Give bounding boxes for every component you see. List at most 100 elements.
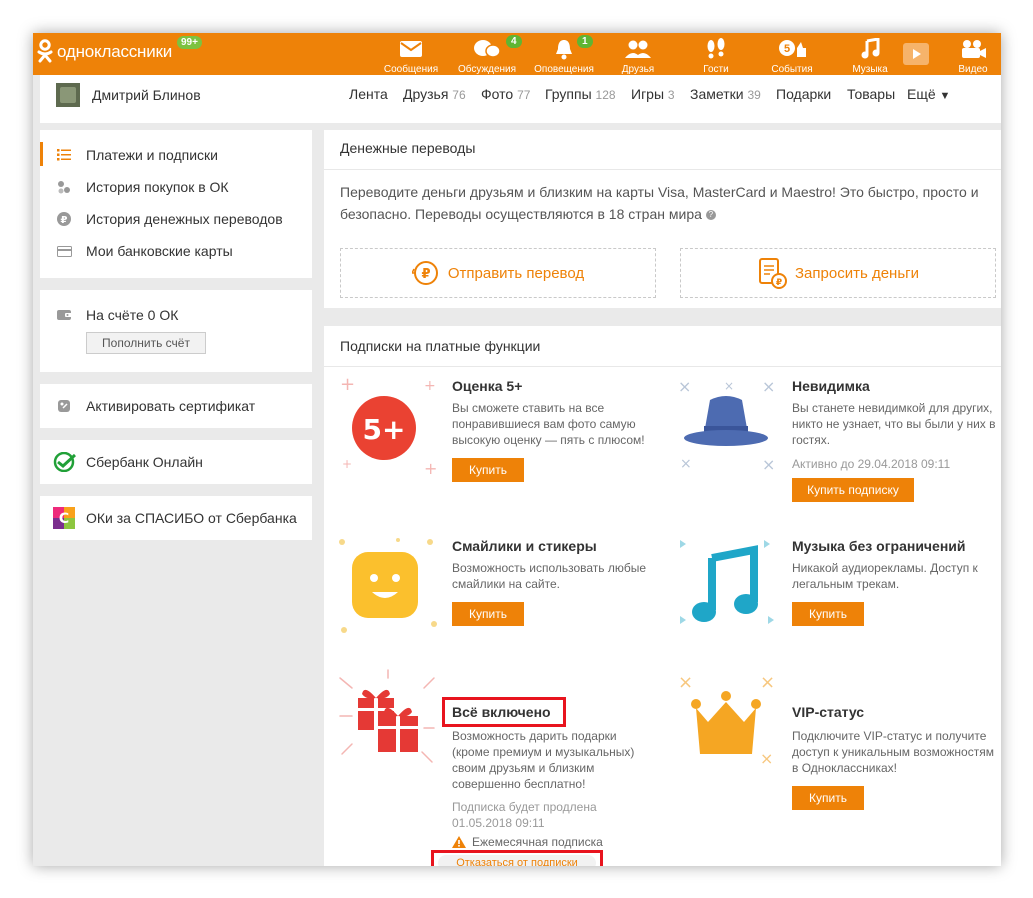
chat-bubbles-icon <box>474 40 501 58</box>
nav-events[interactable]: 5 События <box>757 37 827 75</box>
profile-bar: Дмитрий Блинов Лента Друзья 76 Фото 77 Г… <box>40 75 1001 123</box>
bank-card-icon <box>56 245 72 257</box>
svg-text:5+: 5+ <box>363 413 406 446</box>
gift-boxes-icon <box>339 669 435 763</box>
sub-desc-invisible: Вы станете невидимкой для других, никто … <box>792 401 996 447</box>
profile-nav-gifts[interactable]: Подарки <box>776 86 831 102</box>
ruble-coin-icon: ₽ <box>57 212 71 226</box>
spasibo-panel: C ОКи за СПАСИБО от Сбербанка <box>40 496 312 540</box>
svg-text:×: × <box>678 672 693 693</box>
svg-text:×: × <box>724 379 734 393</box>
money-transfers-panel: Денежные переводы Переводите деньги друз… <box>324 130 1001 308</box>
profile-nav-groups[interactable]: Группы 128 <box>545 86 616 102</box>
svg-text:₽: ₽ <box>421 267 430 282</box>
nav-friends[interactable]: Друзья <box>603 37 673 75</box>
buy-stickers-button[interactable]: Купить <box>452 602 524 626</box>
monthly-subscription-warning: Ежемесячная подписка <box>452 835 603 849</box>
transfers-title: Денежные переводы <box>340 140 476 156</box>
transfers-description: Переводите деньги друзьям и близким на к… <box>340 184 979 222</box>
envelope-icon <box>400 41 422 57</box>
svg-text:+: + <box>340 376 355 395</box>
notifications-count-badge: 99+ <box>177 36 202 49</box>
divider <box>324 366 1001 367</box>
sub-desc-stickers: Возможность использовать любые смайлики … <box>452 561 647 591</box>
music-note-icon <box>680 540 774 624</box>
chevron-down-icon: ▼ <box>939 90 951 102</box>
title-highlight-box <box>442 697 566 727</box>
subscriptions-panel: Подписки на платные функции + + + + 5+ О… <box>324 326 1001 866</box>
svg-text:+: + <box>424 459 437 476</box>
renewal-date: Подписка будет продлена 01.05.2018 09:11 <box>452 800 597 830</box>
subscriptions-title: Подписки на платные функции <box>340 338 541 354</box>
payments-menu-panel: Платежи и подписки История покупок в ОК … <box>40 130 312 278</box>
profile-nav-notes[interactable]: Заметки 39 <box>690 86 761 102</box>
nav-messages[interactable]: Сообщения <box>376 37 446 75</box>
friends-icon <box>625 40 651 58</box>
profile-nav-goods[interactable]: Товары <box>847 86 895 102</box>
invisible-active-until: Активно до 29.04.2018 09:11 <box>792 457 951 471</box>
svg-text:C: C <box>59 511 69 527</box>
events-icon: 5 <box>779 40 806 57</box>
request-money-button[interactable]: ₽ Запросить деньги <box>680 248 996 298</box>
ruble-arrow-icon: ₽ <box>411 261 438 285</box>
menu-item-bank-cards[interactable]: Мои банковские карты <box>56 240 233 262</box>
top-navigation-bar: одноклассники 99+ Сообщения 4 Обсуждения… <box>33 33 1001 75</box>
sub-desc-music: Никакой аудиорекламы. Доступ к легальным… <box>792 561 978 591</box>
invoice-ruble-icon: ₽ <box>759 258 787 289</box>
svg-text:+: + <box>424 378 436 394</box>
profile-nav-games[interactable]: Игры 3 <box>631 86 675 102</box>
avatar[interactable] <box>56 83 80 107</box>
buy-music-button[interactable]: Купить <box>792 602 864 626</box>
spasibo-logo-icon: C <box>53 507 75 529</box>
buy-vip-button[interactable]: Купить <box>792 786 864 810</box>
logo[interactable]: одноклассники 99+ <box>37 36 202 65</box>
top-up-button[interactable]: Пополнить счёт <box>86 332 206 354</box>
nav-video[interactable]: Видео <box>938 37 1001 75</box>
video-play-icon[interactable] <box>903 43 929 65</box>
sub-title-rating: Оценка 5+ <box>452 378 523 394</box>
sberbank-logo-icon <box>53 452 76 472</box>
wallet-icon <box>56 310 72 320</box>
nav-discussions[interactable]: 4 Обсуждения <box>452 35 522 75</box>
nav-guests[interactable]: Гости <box>681 37 751 75</box>
buy-invisible-subscription-button[interactable]: Купить подписку <box>792 478 914 502</box>
bell-icon <box>556 40 572 60</box>
balance-panel: На счёте 0 ОК Пополнить счёт <box>40 290 312 372</box>
menu-item-payments[interactable]: Платежи и подписки <box>56 144 218 166</box>
svg-text:×: × <box>762 455 775 474</box>
svg-text:×: × <box>760 749 773 768</box>
profile-nav-photos[interactable]: Фото 77 <box>481 86 530 102</box>
help-icon[interactable]: ? <box>705 210 716 221</box>
svg-text:5: 5 <box>784 43 790 55</box>
coins-icon <box>58 181 70 194</box>
sub-title-invisible: Невидимка <box>792 378 870 394</box>
rating-five-plus-icon: + + + + 5+ <box>340 376 437 476</box>
spasibo-link[interactable]: C ОКи за СПАСИБО от Сбербанка <box>52 507 297 529</box>
logo-text: одноклассники <box>57 42 173 61</box>
profile-nav-more[interactable]: Ещё ▼ <box>907 86 950 102</box>
menu-item-purchase-history[interactable]: История покупок в ОК <box>56 176 229 198</box>
user-name[interactable]: Дмитрий Блинов <box>92 87 201 103</box>
menu-item-transfer-history[interactable]: ₽ История денежных переводов <box>56 208 283 230</box>
sberbank-panel: Сбербанк Онлайн <box>40 440 312 484</box>
svg-text:×: × <box>762 377 775 396</box>
svg-text:×: × <box>680 456 692 472</box>
activate-certificate-link[interactable]: Активировать сертификат <box>56 395 255 417</box>
sub-desc-rating: Вы сможете ставить на все понравившиеся … <box>452 401 645 447</box>
certificate-tag-icon <box>58 400 70 412</box>
send-transfer-button[interactable]: ₽ Отправить перевод <box>340 248 656 298</box>
svg-text:₽: ₽ <box>776 278 782 288</box>
profile-nav-friends[interactable]: Друзья 76 <box>403 86 466 102</box>
buy-rating-button[interactable]: Купить <box>452 458 524 482</box>
cancel-highlight-box <box>431 850 603 866</box>
video-camera-icon <box>962 40 986 58</box>
warning-triangle-icon <box>452 836 466 848</box>
svg-text:×: × <box>760 672 775 693</box>
list-icon <box>57 149 71 161</box>
app-window: одноклассники 99+ Сообщения 4 Обсуждения… <box>33 33 1001 866</box>
profile-nav-feed[interactable]: Лента <box>349 86 388 102</box>
sberbank-online-link[interactable]: Сбербанк Онлайн <box>52 451 203 473</box>
music-note-icon <box>861 38 880 59</box>
nav-notifications[interactable]: 1 Оповещения <box>529 35 599 75</box>
nav-music[interactable]: Музыка <box>835 37 905 75</box>
